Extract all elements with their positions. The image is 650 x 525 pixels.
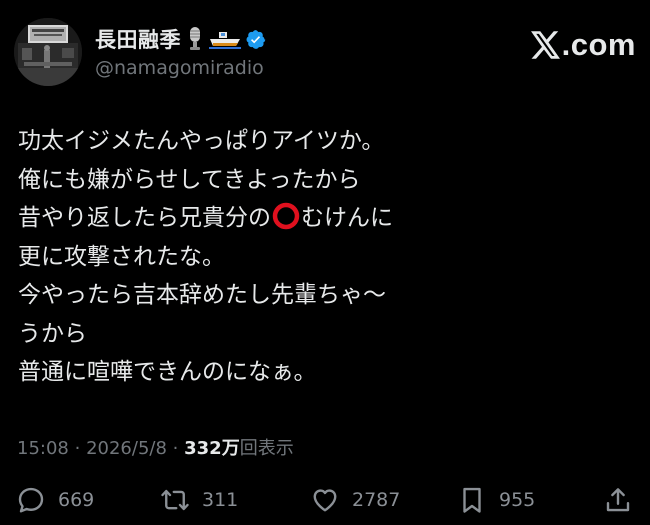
red-circle-icon bbox=[272, 202, 300, 230]
like-button[interactable]: 2787 bbox=[310, 478, 400, 522]
bookmark-count: 955 bbox=[499, 489, 536, 511]
post-meta: 15:08 · 2026/5/8 · 332万回表示 bbox=[17, 434, 294, 460]
x-logo-text: .com bbox=[561, 27, 636, 62]
post-line: 普通に喧嘩できんのになぁ。 bbox=[18, 359, 317, 385]
user-handle[interactable]: @namagomiradio bbox=[95, 57, 264, 79]
post-line: 功太イジメたんやっぱりアイツか。 bbox=[18, 128, 385, 154]
x-logo-icon bbox=[530, 31, 560, 59]
post-line: 今やったら吉本辞めたし先輩ちゃ〜 bbox=[18, 282, 386, 308]
heart-icon bbox=[313, 489, 337, 512]
like-count: 2787 bbox=[352, 489, 401, 511]
microphone-icon bbox=[187, 26, 203, 52]
name-row: 長田融季 bbox=[95, 24, 266, 54]
repost-button[interactable]: 311 bbox=[160, 478, 238, 522]
view-count: 332万 bbox=[184, 438, 240, 459]
share-icon bbox=[606, 488, 630, 512]
post-time[interactable]: 15:08 bbox=[17, 438, 69, 459]
avatar[interactable] bbox=[14, 18, 82, 86]
post-line-part: むけんに bbox=[301, 205, 393, 231]
reply-icon bbox=[18, 487, 44, 513]
post-line: 昔やり返したら兄貴分の むけんに bbox=[18, 199, 618, 238]
repost-icon bbox=[161, 489, 189, 511]
x-logo: .com bbox=[530, 27, 636, 63]
post-line: 更に攻撃されたな。 bbox=[18, 243, 225, 270]
reply-button[interactable]: 669 bbox=[16, 478, 94, 522]
bookmark-button[interactable]: 955 bbox=[457, 478, 535, 522]
post-text: 功太イジメたんやっぱりアイツか。 俺にも嫌がらせしてきよったから 昔やり返したら… bbox=[18, 122, 618, 392]
meta-separator: · bbox=[172, 438, 179, 459]
verified-badge-icon bbox=[246, 29, 266, 49]
bookmark-icon bbox=[463, 487, 481, 513]
post-line: 俺にも嫌がらせしてきよったから bbox=[18, 166, 361, 193]
meta-separator: · bbox=[74, 438, 81, 459]
view-label: 回表示 bbox=[239, 438, 294, 459]
repost-count: 311 bbox=[202, 489, 239, 511]
post-header: 長田融季 @namagomiradio .com bbox=[14, 15, 636, 86]
post-date[interactable]: 2026/5/8 bbox=[86, 438, 167, 459]
post-line-part: 昔やり返したら兄貴分の bbox=[18, 205, 271, 231]
boat-icon bbox=[209, 26, 241, 52]
reply-count: 669 bbox=[58, 489, 95, 511]
post-line: うから bbox=[18, 320, 87, 347]
share-button[interactable] bbox=[603, 478, 633, 522]
action-bar: 669 311 2787 955 bbox=[0, 478, 650, 522]
display-name[interactable]: 長田融季 bbox=[95, 24, 181, 54]
